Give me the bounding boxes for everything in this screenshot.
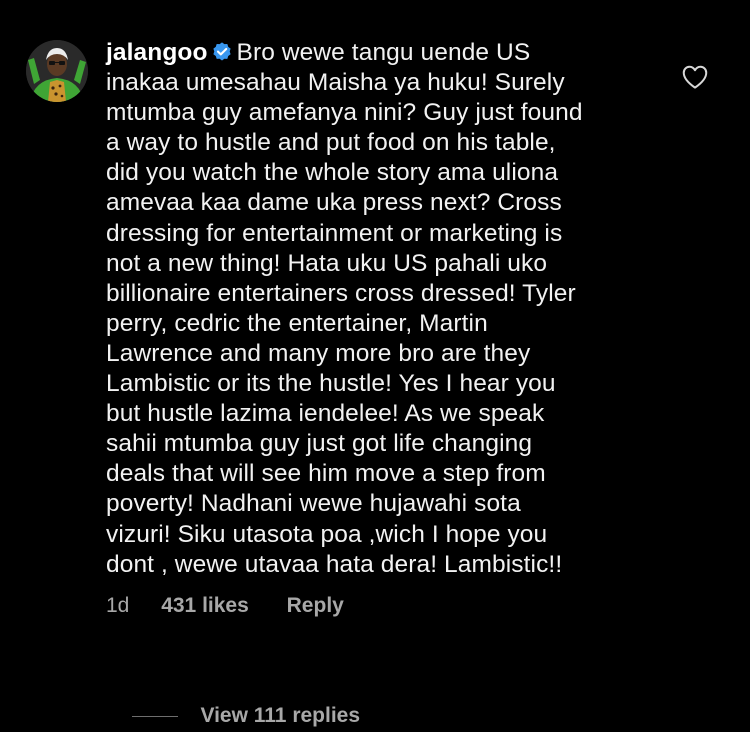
username[interactable]: jalangoo: [106, 39, 208, 66]
verified-badge-icon: [212, 42, 231, 61]
avatar-image: [26, 40, 88, 102]
comment-text-line: inakaa umesahau Maisha ya huku! Surely: [106, 69, 565, 97]
comment-text-line: vizuri! Siku utasota poa ,wich I hope yo…: [106, 520, 548, 548]
comment-text-line: deals that will see him move a step from: [106, 460, 546, 488]
comment-text-line: sahii mtumba guy just got life changing: [106, 430, 533, 458]
comment-text-line: did you watch the whole story ama uliona: [106, 159, 559, 187]
comment-text-line: dont , wewe utavaa hata dera! Lambistic!…: [106, 550, 563, 578]
comment-first-line: jalangoo Bro wewe tangu uende US: [106, 38, 671, 68]
view-replies-button[interactable]: View 111 replies: [200, 704, 360, 728]
comment-text-line: Lambistic or its the hustle! Yes I hear …: [106, 370, 556, 398]
comment-text-line: amevaa kaa dame uka press next? Cross: [106, 189, 562, 217]
comment-time: 1d: [106, 594, 130, 617]
comment-text-line: perry, cedric the entertainer, Martin: [106, 309, 488, 337]
likes-count[interactable]: 431 likes: [161, 594, 249, 618]
comment-body: jalangoo Bro wewe tangu uende US inakaa u…: [106, 38, 671, 580]
reply-button[interactable]: Reply: [287, 594, 344, 618]
replies-divider: [132, 715, 178, 717]
comment-text-line: but hustle lazima iendelee! As we speak: [106, 400, 545, 428]
avatar[interactable]: [26, 40, 88, 102]
comment-text-line: mtumba guy amefanya nini? Guy just found: [106, 99, 583, 127]
comment-text-line: not a new thing! Hata uku US pahali uko: [106, 249, 548, 277]
comment-text-line: Lawrence and many more bro are they: [106, 339, 531, 367]
comment-text-line: billionaire entertainers cross dressed! …: [106, 279, 576, 307]
view-replies[interactable]: View 111 replies: [132, 704, 360, 732]
comment-meta: 1d 431 likes Reply: [106, 594, 344, 618]
heart-outline-icon[interactable]: [680, 62, 710, 92]
comment-text-line: dressing for entertainment or marketing …: [106, 219, 563, 247]
comment-text-line: a way to hustle and put food on his tabl…: [106, 129, 556, 157]
comment-text-line: Bro wewe tangu uende US: [236, 39, 531, 66]
comment-text-line: poverty! Nadhani wewe hujawahi sota: [106, 490, 521, 518]
